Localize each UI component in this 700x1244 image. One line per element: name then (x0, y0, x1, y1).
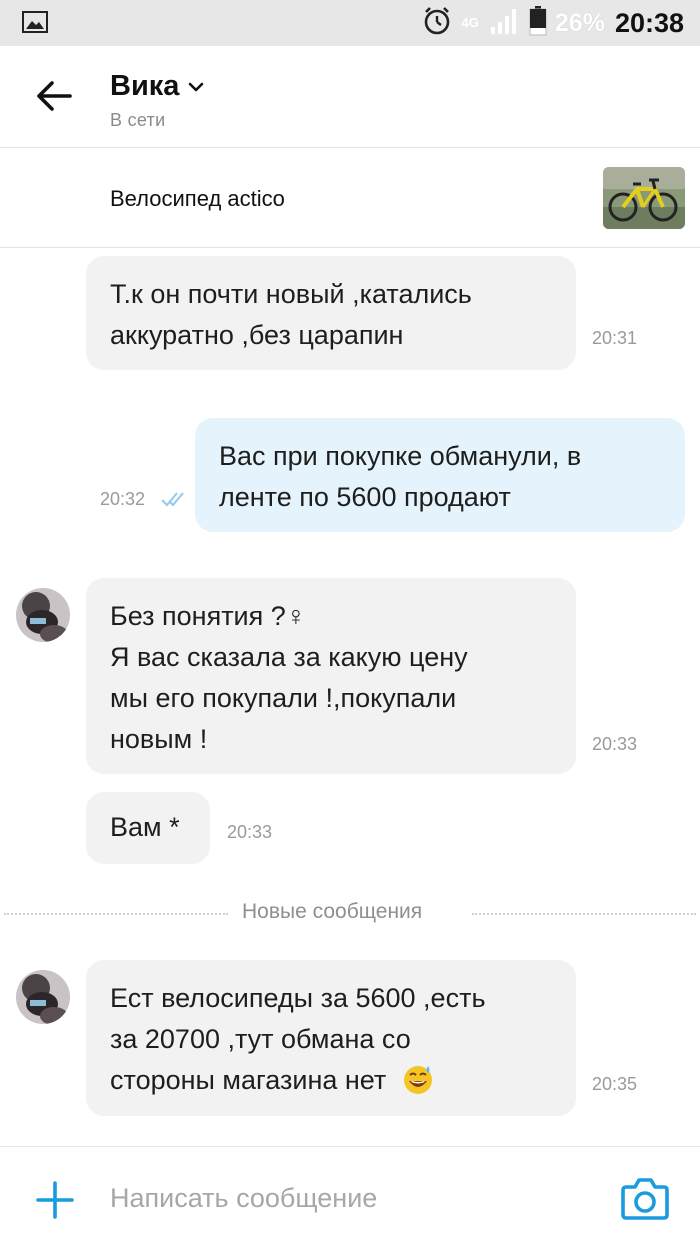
listing-thumbnail-image[interactable] (603, 167, 685, 229)
message-bubble-incoming[interactable]: Ест велосипеды за 5600 ,есть за 20700 ,т… (86, 960, 576, 1116)
battery-icon (529, 5, 547, 41)
listing-title[interactable]: Велосипед actico (110, 186, 285, 212)
message-time: 20:31 (592, 328, 638, 348)
clock: 20:38 (614, 7, 684, 38)
message-input[interactable] (110, 1175, 580, 1221)
contact-name[interactable]: Вика (110, 70, 179, 103)
message-text: Т.к он почти новый ,катались аккуратно ,… (110, 279, 472, 350)
new-messages-label: Новые сообщения (242, 900, 423, 923)
back-arrow-icon[interactable] (34, 76, 74, 116)
status-bar: 4G 26% 20:38 (0, 0, 700, 46)
add-attachment-plus-icon[interactable] (36, 1181, 74, 1219)
camera-icon[interactable] (620, 1175, 670, 1221)
read-checkmarks-icon (160, 490, 188, 513)
alarm-icon (422, 6, 452, 41)
listing-bar[interactable]: Велосипед actico (0, 148, 700, 248)
message-text: Вам * (110, 812, 180, 842)
message-bubble-incoming[interactable]: Без понятия ?♀ Я вас сказала за какую це… (86, 578, 576, 774)
new-messages-divider: Новые сообщения (0, 898, 700, 930)
contact-online-status: В сети (110, 110, 166, 130)
battery-percent: 26% (554, 8, 605, 37)
message-bubble-incoming[interactable]: Вам * (86, 792, 210, 864)
contact-avatar[interactable] (16, 970, 70, 1024)
contact-avatar[interactable] (16, 588, 70, 642)
chevron-down-icon[interactable] (187, 80, 205, 94)
chat-header: Вика В сети (0, 46, 700, 148)
signal-icon (489, 7, 519, 40)
grinning-sweat-emoji-icon (400, 1063, 436, 1107)
message-time: 20:32 (100, 489, 146, 509)
gallery-notification-icon (22, 10, 48, 34)
message-time: 20:33 (592, 734, 638, 754)
message-text: Ест велосипеды за 5600 ,есть за 20700 ,т… (110, 978, 486, 1107)
message-text: Без понятия ?♀ Я вас сказала за какую це… (110, 601, 468, 754)
network-type-label: 4G (461, 15, 479, 30)
message-time: 20:35 (592, 1074, 638, 1094)
message-time: 20:33 (227, 822, 273, 842)
message-bubble-incoming[interactable]: Т.к он почти новый ,катались аккуратно ,… (86, 256, 576, 370)
message-composer (0, 1146, 700, 1244)
message-text: Вас при покупке обманули, в ленте по 560… (219, 441, 582, 512)
message-bubble-outgoing[interactable]: Вас при покупке обманули, в ленте по 560… (195, 418, 685, 532)
